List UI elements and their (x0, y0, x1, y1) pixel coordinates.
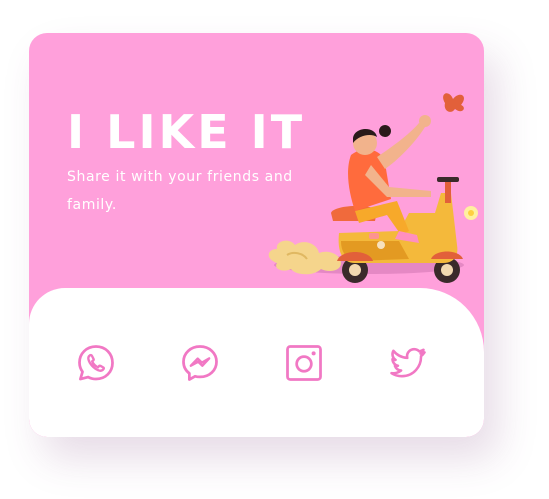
messenger-icon (182, 345, 218, 381)
twitter-icon (390, 347, 426, 378)
twitter-share-button[interactable] (386, 341, 430, 385)
whatsapp-share-button[interactable] (74, 341, 118, 385)
whatsapp-icon (78, 345, 114, 381)
scooter-rider-illustration (268, 93, 478, 283)
share-panel (29, 288, 484, 437)
messenger-share-button[interactable] (178, 341, 222, 385)
instagram-icon (286, 345, 322, 381)
instagram-share-button[interactable] (282, 341, 326, 385)
share-card: I LIKE IT Share it with your friends and… (29, 33, 484, 437)
